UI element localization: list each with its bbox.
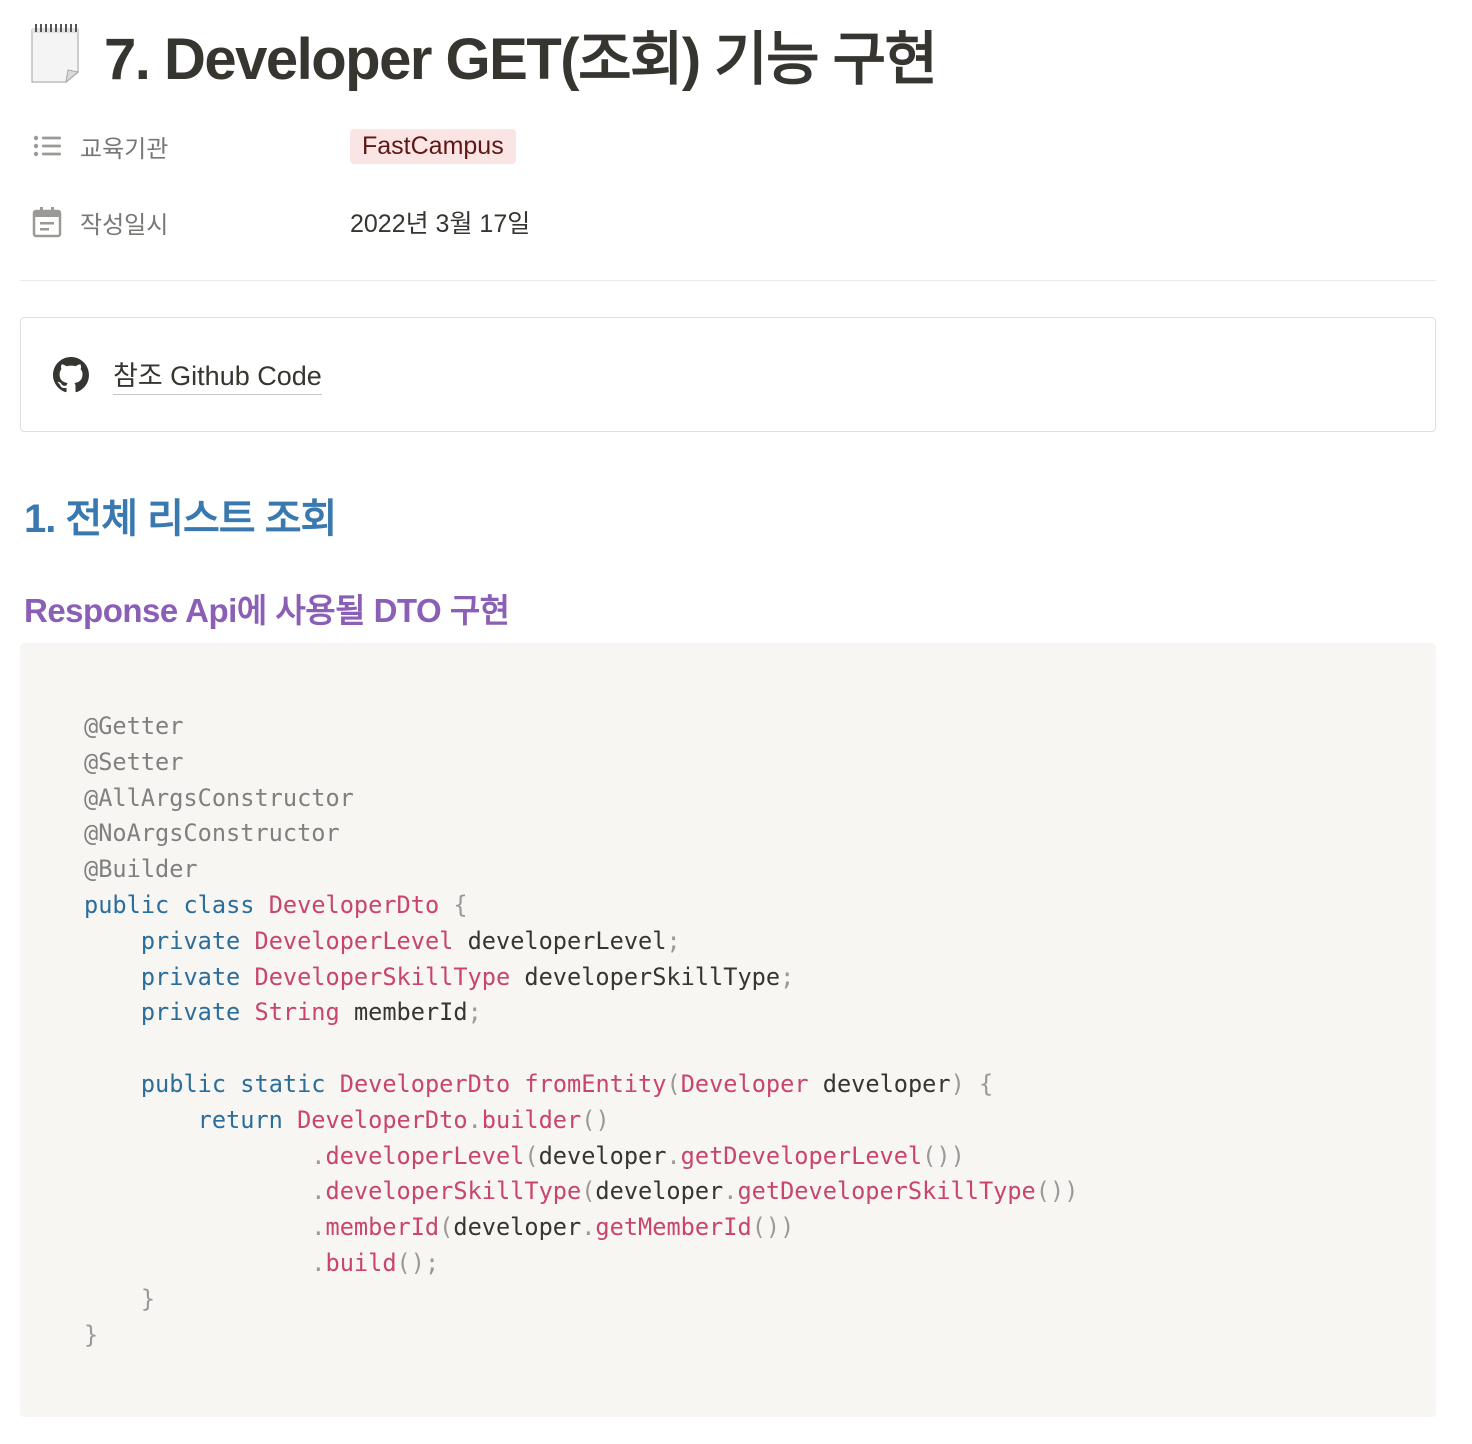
heading-3: Response Api에 사용될 DTO 구현 (24, 592, 510, 629)
heading-1: 1. 전체 리스트 조회 (24, 497, 337, 541)
code-line: .developerLevel(developer.getDeveloperLe… (311, 1141, 965, 1170)
code-line: } (140, 1284, 156, 1313)
code-line: .developerSkillType(developer.getDevelop… (311, 1177, 1079, 1206)
github-bookmark[interactable]: 참조 Github Code (20, 317, 1436, 432)
property-label: 교육기관 (80, 135, 169, 163)
property-row-institution[interactable]: 교육기관 FastCampus (20, 124, 516, 168)
code-line: } (84, 1320, 99, 1349)
code-line: @AllArgsConstructor (84, 783, 354, 812)
github-icon (53, 356, 89, 393)
title-row: 7. Developer GET(조회) 기능 구현 (26, 14, 938, 94)
code-line: public class DeveloperDto { (84, 890, 468, 919)
code-line: .memberId(developer.getMemberId()) (311, 1213, 795, 1242)
code-line: public static DeveloperDto fromEntity(De… (140, 1069, 994, 1098)
code-line: private DeveloperLevel developerLevel; (140, 926, 681, 955)
code-line: @Builder (84, 855, 198, 884)
notepad-icon[interactable] (26, 22, 86, 86)
divider (20, 280, 1436, 281)
code-content: @Getter @Setter @AllArgsConstructor @NoA… (84, 709, 1078, 1353)
list-icon (32, 131, 62, 161)
property-row-created[interactable]: 작성일시 2022년 3월 17일 (20, 200, 530, 244)
github-code-link[interactable]: 참조 Github Code (113, 354, 322, 395)
property-value[interactable]: FastCampus (350, 128, 516, 164)
code-line: private DeveloperSkillType developerSkil… (140, 962, 795, 991)
page-title: 7. Developer GET(조회) 기능 구현 (104, 27, 938, 92)
code-line: @NoArgsConstructor (84, 819, 340, 848)
property-date-value[interactable]: 2022년 3월 17일 (350, 204, 530, 240)
code-line: .build(); (311, 1248, 440, 1277)
tag-fastcampus[interactable]: FastCampus (350, 128, 516, 164)
code-line: private String memberId; (140, 998, 482, 1027)
code-line: @Getter (84, 712, 184, 740)
code-block[interactable]: @Getter @Setter @AllArgsConstructor @NoA… (20, 643, 1436, 1417)
code-line: return DeveloperDto.builder() (197, 1105, 610, 1134)
code-line: @Setter (84, 747, 184, 776)
property-label: 작성일시 (80, 211, 169, 239)
calendar-icon (32, 207, 62, 238)
